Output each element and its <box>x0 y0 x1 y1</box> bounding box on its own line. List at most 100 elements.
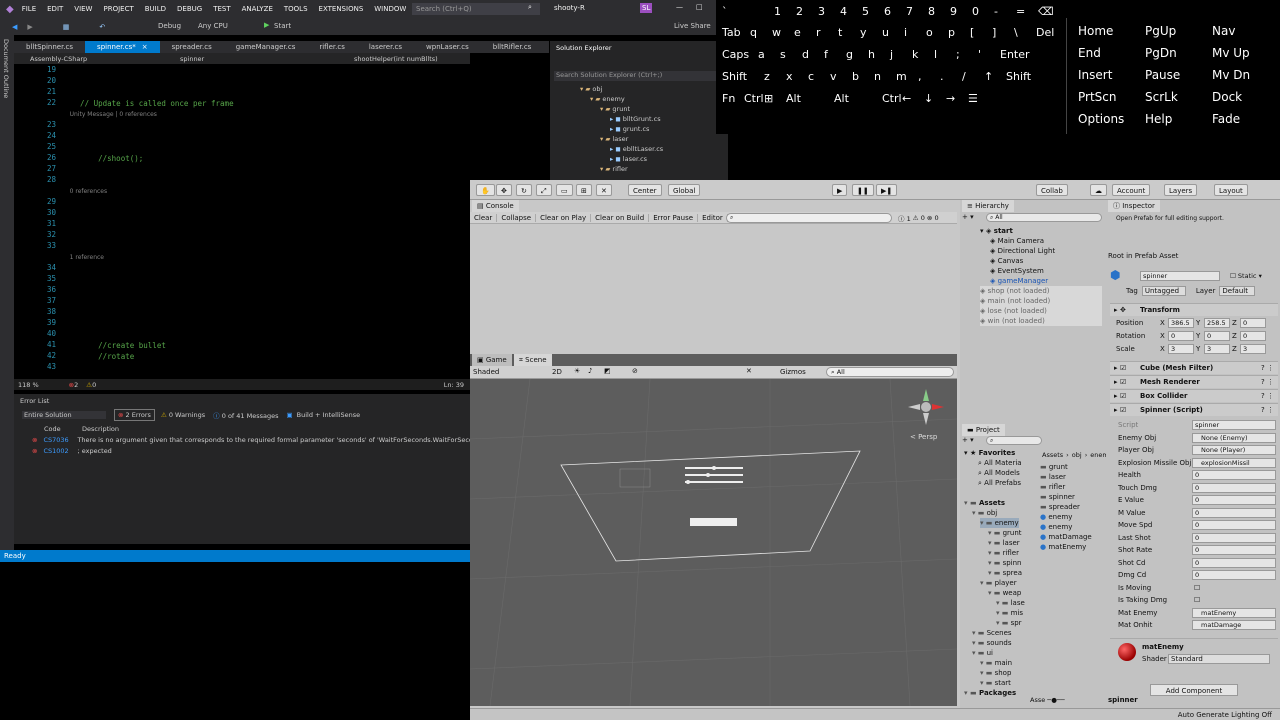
solution-tree-item[interactable]: ▾ ▰ laser <box>600 135 628 143</box>
scene-search[interactable]: ⌕ All <box>826 367 954 377</box>
key[interactable]: 6 <box>884 5 891 18</box>
console-info-count[interactable]: ⓘ 1 <box>898 213 911 223</box>
project-file[interactable]: ▬ spreader <box>1040 502 1080 512</box>
checkbox[interactable]: ☐ <box>1194 583 1200 593</box>
key[interactable]: ' <box>978 48 981 61</box>
menu-analyze[interactable]: ANALYZE <box>242 5 273 13</box>
code-line[interactable]: } <box>62 241 85 252</box>
menu-tools[interactable]: TOOLS <box>284 5 308 13</box>
project-file[interactable]: ● enemy <box>1040 522 1072 532</box>
component-menu-icon[interactable]: ? ⋮ <box>1261 362 1274 375</box>
component-menu-icon[interactable]: ? ⋮ <box>1261 390 1274 403</box>
minimize-button[interactable]: — <box>676 3 683 11</box>
component-header[interactable]: ▸ ☑ Mesh Renderer ? ⋮ <box>1110 375 1278 388</box>
nav-key[interactable]: Help <box>1145 112 1172 126</box>
maximize-button[interactable]: □ <box>696 3 703 11</box>
project-file[interactable]: ● matEnemy <box>1040 542 1086 552</box>
static-checkbox[interactable]: ☐ Static ▾ <box>1230 272 1262 280</box>
key[interactable]: ` <box>722 5 728 18</box>
key[interactable]: g <box>846 48 853 61</box>
project-file[interactable]: ▬ grunt <box>1040 462 1068 472</box>
rotation-z-field[interactable]: 0 <box>1240 331 1266 341</box>
nav-key[interactable]: PgDn <box>1145 46 1177 60</box>
key[interactable]: y <box>860 26 867 39</box>
lighting-icon[interactable]: ☀ <box>574 367 580 375</box>
key[interactable]: 4 <box>840 5 847 18</box>
user-avatar[interactable]: SL <box>640 3 653 13</box>
console-button[interactable]: Editor <box>698 213 728 222</box>
key[interactable]: m <box>896 70 907 83</box>
scale-y-field[interactable]: 3 <box>1204 344 1230 354</box>
field-value[interactable]: 0 <box>1192 495 1276 505</box>
transform-component[interactable]: ▸ ✥ Transform <box>1110 303 1278 316</box>
forward-icon[interactable]: ▶ <box>27 23 32 31</box>
key[interactable]: s <box>780 48 786 61</box>
component-header[interactable]: ▸ ☑ Box Collider ? ⋮ <box>1110 389 1278 402</box>
error-row[interactable]: ⊗ CS1002; expected <box>32 446 112 456</box>
error-code[interactable]: CS1002 <box>43 447 77 455</box>
project-folder[interactable]: ▾ ▬ laser <box>988 538 1020 548</box>
pivot-global-button[interactable]: Global <box>668 184 701 196</box>
breadcrumb-item[interactable]: Assets <box>1042 451 1063 459</box>
field-value[interactable]: 0 <box>1192 545 1276 555</box>
field-value[interactable]: 0 <box>1192 570 1276 580</box>
position-y-field[interactable]: 258.5 <box>1204 318 1230 328</box>
console-error-count[interactable]: ⊗ 0 <box>927 214 939 222</box>
scale-x-field[interactable]: 3 <box>1168 344 1194 354</box>
code-line[interactable]: Unity Message | 0 references <box>62 109 157 120</box>
key[interactable]: ↓ <box>924 92 933 105</box>
key[interactable]: t <box>838 26 842 39</box>
editor-tab[interactable]: blltRifler.cs <box>481 41 544 53</box>
project-create-button[interactable]: + ▾ <box>962 436 974 444</box>
code-line[interactable]: //create bullet <box>62 340 166 351</box>
code-line[interactable]: void shoot() <box>62 197 134 208</box>
nav-project[interactable]: Assembly-CSharp <box>30 55 180 63</box>
save-all-icon[interactable]: ▦ <box>63 23 70 31</box>
key[interactable]: 9 <box>950 5 957 18</box>
code-line[interactable]: for(int i = 0; i < numBllts; i++) <box>62 285 247 296</box>
solution-tree-item[interactable]: ▸ ◼ eblltLaser.cs <box>610 145 663 153</box>
project-folder[interactable]: ▾ ▬ spinn <box>988 558 1022 568</box>
field-value[interactable]: 0 <box>1192 532 1276 543</box>
errors-filter[interactable]: ⊗ 2 Errors <box>114 408 155 421</box>
console-button[interactable]: Clear on Build <box>591 213 650 222</box>
code-line[interactable]: chkPos(this); <box>62 164 157 175</box>
project-folder[interactable]: ▾ ▬ mis <box>996 608 1023 618</box>
project-tab[interactable]: ▬ Project <box>962 424 1005 436</box>
step-button[interactable]: ▶❚ <box>876 184 898 196</box>
error-row[interactable]: ⊗ CS7036 There is no argument given that c… <box>32 435 506 445</box>
key[interactable]: - <box>994 5 998 18</box>
key[interactable]: 7 <box>906 5 913 18</box>
project-folder[interactable]: ▾ ▬ grunt <box>988 528 1022 538</box>
rotation-y-field[interactable]: 0 <box>1204 331 1230 341</box>
field-value[interactable]: 0 <box>1192 507 1276 518</box>
solution-tree-item[interactable]: ▸ ◼ grunt.cs <box>610 125 649 133</box>
key[interactable]: u <box>882 26 889 39</box>
key[interactable]: ☰ <box>968 92 978 105</box>
hierarchy-item[interactable]: ◈ lose (not loaded) <box>980 306 1102 316</box>
project-folder[interactable]: ▾ ▬ Packages <box>964 688 1016 698</box>
console-search[interactable]: ⌕ <box>726 213 892 223</box>
project-folder[interactable]: ▾ ▬ main <box>980 658 1012 668</box>
code-line[interactable]: { <box>62 131 85 142</box>
project-folder[interactable]: ▾ ▬ sprea <box>988 568 1022 578</box>
breadcrumb-item[interactable]: obj <box>1072 451 1082 459</box>
audio-icon[interactable]: ♪ <box>588 367 592 375</box>
solution-tree-item[interactable]: ▾ ▰ obj <box>580 85 602 93</box>
code-editor[interactable]: 19 dmgCd = .05f; 20 } 21 22 // Update is ca… <box>14 65 470 388</box>
favorite-item[interactable]: ⌕ All Materia <box>978 458 1022 468</box>
scope-dropdown[interactable]: Entire Solution <box>22 410 106 419</box>
nav-key[interactable]: Pause <box>1145 68 1180 82</box>
scene-view[interactable]: < Persp <box>470 379 957 706</box>
field-value[interactable]: None (Player) <box>1192 445 1276 455</box>
game-tab[interactable]: ▣ Game <box>472 354 512 366</box>
key[interactable]: a <box>758 48 765 61</box>
code-line[interactable]: { <box>62 208 85 219</box>
persp-label[interactable]: < Persp <box>910 433 938 441</box>
custom-tool[interactable]: ✕ <box>596 184 612 196</box>
editor-tab[interactable]: spreader.cs <box>160 41 224 53</box>
menu-window[interactable]: WINDOW <box>374 5 406 13</box>
code-line[interactable]: move(); <box>62 142 130 153</box>
nav-key[interactable]: Mv Dn <box>1212 68 1250 82</box>
key[interactable]: 8 <box>928 5 935 18</box>
